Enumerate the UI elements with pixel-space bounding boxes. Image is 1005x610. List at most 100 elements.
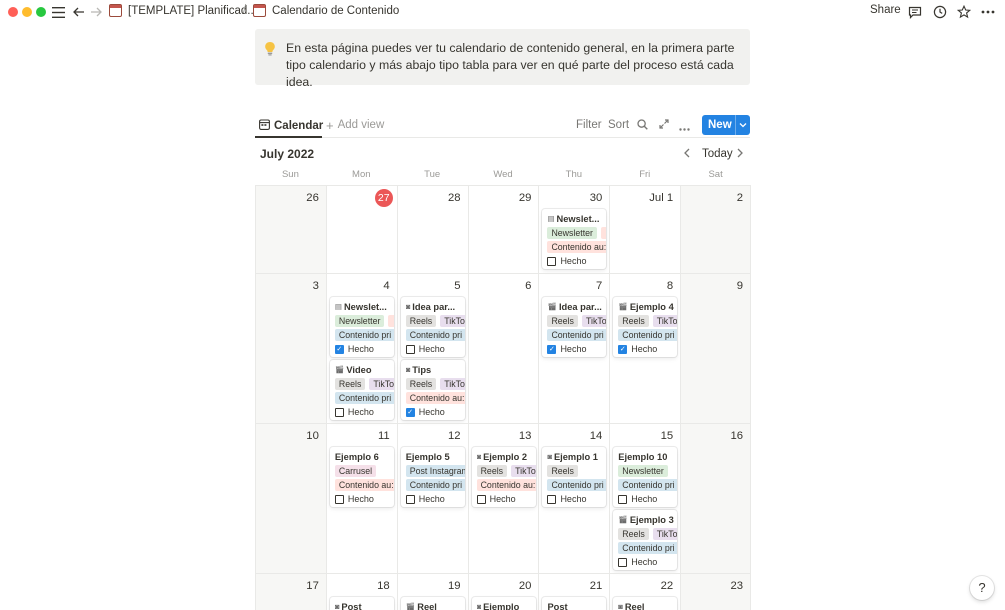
comments-icon[interactable] <box>907 2 923 22</box>
filter-button[interactable]: Filter <box>576 119 602 131</box>
done-checkbox-row[interactable]: Hecho <box>405 493 465 505</box>
day-cell[interactable]: 10 <box>255 424 326 573</box>
calendar-card[interactable]: ◙ Reel <box>613 597 678 610</box>
day-cell[interactable]: 3 <box>255 274 326 423</box>
tab-calendar[interactable]: Calendar <box>259 116 323 136</box>
zoom-window-button[interactable] <box>36 7 46 17</box>
done-checkbox-row[interactable]: Hecho <box>405 343 465 355</box>
share-button[interactable]: Share <box>870 4 901 16</box>
day-cell[interactable]: 11 Ejemplo 6 Carrusel Contenido au: Hecho <box>325 424 397 573</box>
breadcrumb-parent[interactable]: [TEMPLATE] Planificad... <box>109 4 257 17</box>
done-checkbox-row[interactable]: ✓ Hecho <box>334 343 394 355</box>
search-icon[interactable] <box>637 119 648 133</box>
more-view-options-icon[interactable] <box>679 122 690 134</box>
done-checkbox-row[interactable]: ✓ Hecho <box>547 343 606 355</box>
day-cell[interactable]: 14 ◙ Ejemplo 1 Reels Contenido pri Hecho <box>538 424 609 573</box>
calendar-card[interactable]: Ejemplo 5 Post Instagram Contenido pri Hech… <box>400 447 465 507</box>
done-checkbox-row[interactable]: Hecho <box>334 406 394 418</box>
unchecked-checkbox[interactable] <box>547 494 557 504</box>
day-cell[interactable]: 9 <box>680 274 752 423</box>
day-cell[interactable]: Jul 1 <box>609 186 680 273</box>
day-cell[interactable]: 15 Ejemplo 10 Newsletter Contenido pri Hecho… <box>609 424 680 573</box>
calendar-card[interactable]: ◙ Ejemplo 2 Reels TikTo Contenido au: Hecho <box>471 447 536 507</box>
unchecked-checkbox[interactable] <box>334 407 344 417</box>
day-cell[interactable]: 6 <box>467 274 539 423</box>
calendar-card[interactable]: ◙ Post <box>329 597 394 610</box>
more-options-icon[interactable] <box>980 2 996 22</box>
day-cell[interactable]: 23 <box>680 574 752 610</box>
calendar-card[interactable]: ▤ Newslet... Newsletter Contenido au: Hecho <box>542 209 607 269</box>
done-checkbox-row[interactable]: Hecho <box>547 255 606 267</box>
unchecked-checkbox[interactable] <box>547 256 557 266</box>
calendar-card[interactable]: 🎬︎ Ejemplo 4 Reels TikTo Contenido pri ✓ Hecho <box>613 297 678 357</box>
favorite-star-icon[interactable] <box>956 2 972 22</box>
add-view-button[interactable]: + Add view <box>326 119 384 132</box>
day-cell[interactable]: 18 ◙ Post <box>325 574 397 610</box>
unchecked-checkbox[interactable] <box>405 344 415 354</box>
done-checkbox-row[interactable]: Hecho <box>476 493 536 505</box>
calendar-card[interactable]: 🎬︎ Reel <box>400 597 465 610</box>
calendar-card[interactable]: 🎬︎ Ejemplo 3 Reels TikTo Contenido pri Hecho <box>613 510 678 570</box>
calendar-card[interactable]: Ejemplo 10 Newsletter Contenido pri Hecho <box>613 447 678 507</box>
calendar-card[interactable]: 🎬︎ Idea par... Reels TikTo Contenido pri ✓ Hec… <box>542 297 607 357</box>
calendar-card[interactable]: ◙ Idea par... Reels TikTo Contenido pri Hecho <box>400 297 465 357</box>
updates-clock-icon[interactable] <box>932 2 948 22</box>
card-tags: Reels TikTo <box>476 465 536 477</box>
chevron-down-icon[interactable] <box>736 121 750 130</box>
day-cell[interactable]: 2 <box>680 186 752 273</box>
day-cell[interactable]: 12 Ejemplo 5 Post Instagram Contenido pri He… <box>396 424 468 573</box>
back-arrow-icon[interactable] <box>73 2 85 22</box>
today-button[interactable]: Today <box>702 148 733 160</box>
expand-icon[interactable] <box>659 119 669 132</box>
forward-arrow-icon[interactable] <box>90 2 102 22</box>
day-cell[interactable]: 20 ◙ Ejemplo <box>467 574 539 610</box>
day-cell[interactable]: 4 ▤ Newslet... Newsletter Contenido pri ✓ Hech… <box>325 274 397 423</box>
sort-button[interactable]: Sort <box>608 119 629 131</box>
breadcrumb-current[interactable]: Calendario de Contenido <box>253 4 399 17</box>
calendar-card[interactable]: ◙ Ejemplo <box>471 597 536 610</box>
day-cell[interactable]: 16 <box>680 424 752 573</box>
calendar-card[interactable]: ▤ Newslet... Newsletter Contenido pri ✓ Hecho <box>329 297 394 357</box>
done-checkbox-row[interactable]: Hecho <box>334 493 394 505</box>
done-checkbox-row[interactable]: ✓ Hecho <box>618 343 677 355</box>
calendar-card[interactable]: Post <box>542 597 607 610</box>
checked-checkbox[interactable]: ✓ <box>547 344 557 354</box>
day-cell[interactable]: 27 <box>325 186 397 273</box>
day-cell[interactable]: 5 ◙ Idea par... Reels TikTo Contenido pri Hech… <box>396 274 468 423</box>
checked-checkbox[interactable]: ✓ <box>405 407 415 417</box>
unchecked-checkbox[interactable] <box>476 494 486 504</box>
day-cell[interactable]: 13 ◙ Ejemplo 2 Reels TikTo Contenido au: Hecho <box>467 424 539 573</box>
checked-checkbox[interactable]: ✓ <box>334 344 344 354</box>
day-cell[interactable]: 21 Post <box>538 574 609 610</box>
close-window-button[interactable] <box>8 7 18 17</box>
next-month-icon[interactable] <box>736 146 744 161</box>
done-checkbox-row[interactable]: Hecho <box>547 493 606 505</box>
day-cell[interactable]: 29 <box>467 186 539 273</box>
day-cell[interactable]: 7 🎬︎ Idea par... Reels TikTo Contenido pri ✓ He… <box>538 274 609 423</box>
day-cell[interactable]: 26 <box>255 186 326 273</box>
checked-checkbox[interactable]: ✓ <box>618 344 628 354</box>
done-checkbox-row[interactable]: ✓ Hecho <box>405 406 465 418</box>
day-cell[interactable]: 22 ◙ Reel <box>609 574 680 610</box>
help-button[interactable]: ? <box>970 576 994 600</box>
minimize-window-button[interactable] <box>22 7 32 17</box>
day-cell[interactable]: 19 🎬︎ Reel <box>396 574 468 610</box>
day-cell[interactable]: 30 ▤ Newslet... Newsletter Contenido au: Hech… <box>538 186 609 273</box>
new-button[interactable]: New <box>702 115 750 135</box>
done-checkbox-row[interactable]: Hecho <box>618 556 677 568</box>
unchecked-checkbox[interactable] <box>618 557 628 567</box>
done-checkbox-row[interactable]: Hecho <box>618 493 677 505</box>
unchecked-checkbox[interactable] <box>618 494 628 504</box>
calendar-card[interactable]: ◙ Ejemplo 1 Reels Contenido pri Hecho <box>542 447 607 507</box>
day-cell[interactable]: 17 <box>255 574 326 610</box>
calendar-card[interactable]: 🎬︎ Video Reels TikTo Contenido pri Hecho <box>329 360 394 420</box>
unchecked-checkbox[interactable] <box>334 494 344 504</box>
previous-month-icon[interactable] <box>683 146 691 161</box>
status-tag: Contenido pri <box>618 329 678 341</box>
calendar-card[interactable]: ◙ Tips Reels TikTo Contenido au: ✓ Hecho <box>400 360 465 420</box>
sidebar-menu-icon[interactable] <box>51 2 65 22</box>
day-cell[interactable]: 8 🎬︎ Ejemplo 4 Reels TikTo Contenido pri ✓ Hech… <box>609 274 680 423</box>
unchecked-checkbox[interactable] <box>405 494 415 504</box>
calendar-card[interactable]: Ejemplo 6 Carrusel Contenido au: Hecho <box>329 447 394 507</box>
day-cell[interactable]: 28 <box>396 186 468 273</box>
